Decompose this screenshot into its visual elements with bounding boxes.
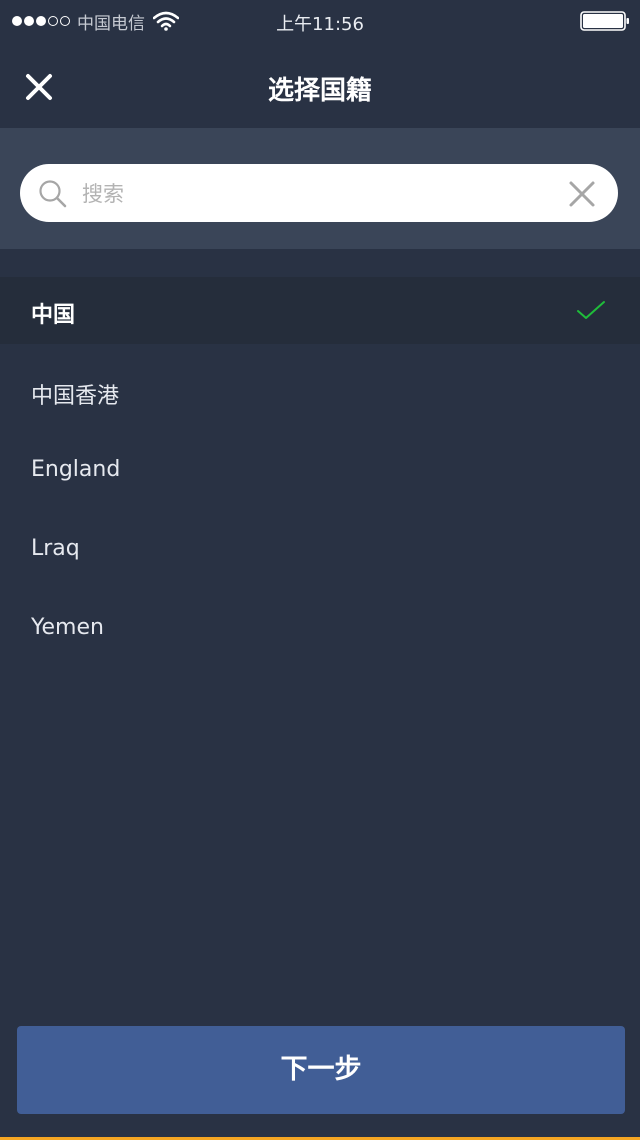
checkmark-icon — [577, 301, 605, 319]
country-label: England — [31, 457, 121, 482]
status-time: 上午11:56 — [276, 14, 364, 35]
clear-icon[interactable] — [568, 180, 596, 208]
next-step-button[interactable]: 下一步 — [17, 1026, 625, 1114]
country-label: 中国 — [31, 303, 76, 328]
close-icon[interactable] — [18, 66, 60, 108]
signal-dot-icon — [48, 16, 58, 26]
signal-carrier-group: 中国电信 — [12, 9, 179, 34]
country-item-hong-kong[interactable]: 中国香港 — [0, 344, 640, 423]
country-list: 中国 中国香港 England Lraq Yemen — [0, 277, 640, 660]
signal-dot-icon — [24, 16, 34, 26]
signal-dot-icon — [12, 16, 22, 26]
carrier-name: 中国电信 — [77, 13, 145, 34]
country-item-yemen[interactable]: Yemen — [0, 581, 640, 660]
signal-dot-icon — [60, 16, 70, 26]
country-item-lraq[interactable]: Lraq — [0, 502, 640, 581]
navigation-bar: 选择国籍 — [0, 42, 640, 128]
battery-icon — [580, 11, 629, 31]
signal-dot-icon — [36, 16, 46, 26]
country-item-china[interactable]: 中国 — [0, 277, 640, 344]
search-icon — [39, 180, 67, 208]
page-title: 选择国籍 — [267, 76, 372, 106]
country-label: Yemen — [31, 615, 104, 640]
search-box[interactable] — [20, 164, 618, 222]
status-bar: 中国电信 上午11:56 — [0, 0, 640, 42]
wifi-icon — [153, 11, 179, 31]
search-input[interactable] — [80, 174, 554, 214]
country-label: Lraq — [31, 536, 80, 561]
country-label: 中国香港 — [31, 384, 120, 409]
country-item-england[interactable]: England — [0, 423, 640, 502]
search-area — [0, 128, 640, 249]
